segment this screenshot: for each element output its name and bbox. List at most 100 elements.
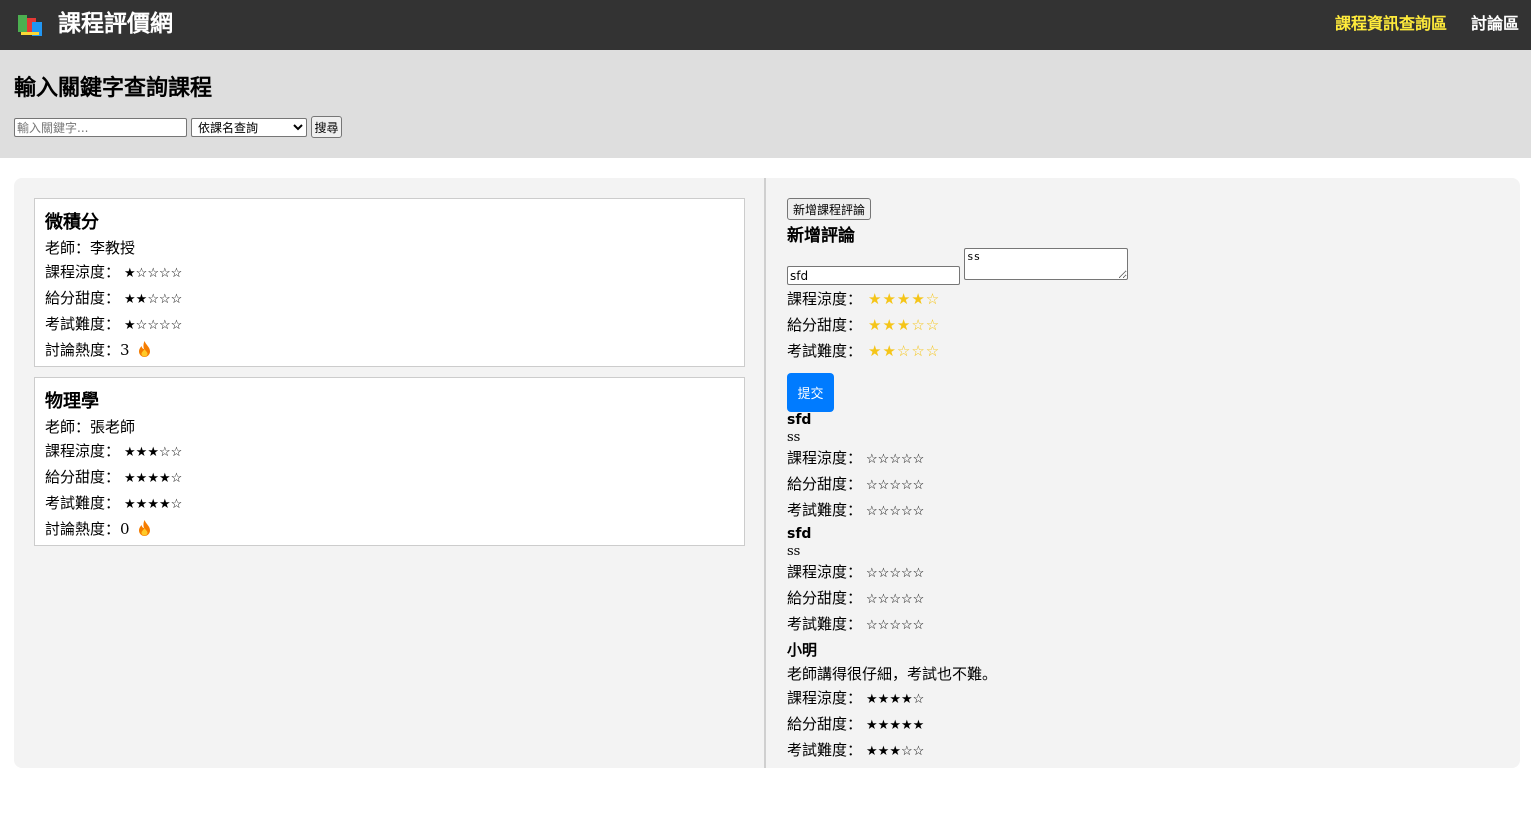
- fire-icon: [139, 341, 151, 357]
- sweetness-label: 給分甜度：: [787, 715, 863, 733]
- nav-forum[interactable]: 討論區: [1471, 12, 1519, 36]
- difficulty-line: 考試難度： ★★★★☆: [45, 491, 734, 517]
- review-comment-textarea[interactable]: ss: [964, 248, 1128, 280]
- difficulty-line: 考試難度： ★★★☆☆: [787, 738, 1487, 764]
- sweetness-stars: ★★★★★: [866, 718, 925, 733]
- difficulty-stars: ★★★☆☆: [866, 744, 925, 759]
- teacher-label: 老師：: [45, 418, 91, 436]
- coolness-label: 課程涼度：: [45, 263, 121, 281]
- reviewer-name-input[interactable]: [787, 266, 960, 285]
- coolness-stars: ★★★★☆: [866, 692, 925, 707]
- course-list-panel: 微積分 老師：李教授 課程涼度： ★☆☆☆☆ 給分甜度： ★★☆☆☆ 考試難度： ★☆…: [14, 178, 766, 768]
- heat-line: 討論熱度：0: [45, 517, 734, 541]
- sweetness-stars: ☆☆☆☆☆: [866, 592, 925, 607]
- difficulty-line: 考試難度： ☆☆☆☆☆: [787, 498, 1487, 524]
- coolness-label: 課程涼度：: [787, 689, 863, 707]
- review-text: 老師講得很仔細，考試也不難。: [787, 665, 998, 683]
- coolness-label: 課程涼度：: [787, 563, 863, 581]
- form-difficulty-row: 考試難度： ★★☆☆☆: [787, 339, 940, 363]
- sweetness-label: 給分甜度：: [787, 589, 863, 607]
- review-text: ss: [787, 430, 801, 445]
- review-form-title: 新增評論: [787, 226, 855, 246]
- sweetness-line: 給分甜度： ★★★★☆: [45, 465, 734, 491]
- difficulty-label: 考試難度：: [787, 615, 863, 633]
- sweetness-stars: ★★★★☆: [124, 471, 183, 486]
- coolness-stars: ☆☆☆☆☆: [866, 566, 925, 581]
- course-teacher: 張老師: [90, 418, 136, 436]
- sweetness-stars: ★★☆☆☆: [124, 292, 183, 307]
- submit-button[interactable]: 提交: [787, 373, 834, 412]
- coolness-stars: ☆☆☆☆☆: [866, 452, 925, 467]
- search-mode-select[interactable]: 依課名查詢: [191, 118, 307, 137]
- course-teacher-line: 老師：張老師: [45, 415, 734, 439]
- difficulty-star-rating[interactable]: ★★☆☆☆: [868, 342, 940, 360]
- coolness-label: 課程涼度：: [45, 442, 121, 460]
- course-teacher: 李教授: [90, 239, 136, 257]
- search-section: 輸入關鍵字查詢課程 依課名查詢 搜尋: [0, 50, 1531, 158]
- nav-links: 課程資訊查詢區 討論區: [1335, 12, 1519, 36]
- difficulty-line: 考試難度： ☆☆☆☆☆: [787, 612, 1487, 638]
- coolness-line: 課程涼度： ☆☆☆☆☆: [787, 560, 1487, 586]
- difficulty-line: 考試難度： ★☆☆☆☆: [45, 312, 734, 338]
- review-list: sfd ss 課程涼度： ☆☆☆☆☆ 給分甜度： ☆☆☆☆☆ 考試難度： ☆☆☆☆☆ …: [787, 410, 1487, 764]
- coolness-label: 課程涼度：: [787, 290, 863, 308]
- difficulty-stars: ☆☆☆☆☆: [866, 618, 925, 633]
- sweetness-star-rating[interactable]: ★★★☆☆: [868, 316, 940, 334]
- add-review-button[interactable]: 新增課程評論: [787, 198, 871, 220]
- difficulty-label: 考試難度：: [787, 501, 863, 519]
- coolness-line: 課程涼度： ★★★★☆: [787, 686, 1487, 712]
- heat-label: 討論熱度：: [45, 341, 121, 359]
- form-coolness-row: 課程涼度： ★★★★☆: [787, 287, 940, 311]
- course-teacher-line: 老師：李教授: [45, 236, 734, 260]
- course-name: 物理學: [45, 391, 99, 412]
- sweetness-label: 給分甜度：: [787, 475, 863, 493]
- sweetness-label: 給分甜度：: [45, 289, 121, 307]
- sweetness-label: 給分甜度：: [787, 316, 863, 334]
- sweetness-line: 給分甜度： ★★☆☆☆: [45, 286, 734, 312]
- difficulty-stars: ☆☆☆☆☆: [866, 504, 925, 519]
- coolness-line: 課程涼度： ☆☆☆☆☆: [787, 446, 1487, 472]
- coolness-line: 課程涼度： ★★★☆☆: [45, 439, 734, 465]
- review-text: ss: [787, 544, 801, 559]
- review-item: sfd ss 課程涼度： ☆☆☆☆☆ 給分甜度： ☆☆☆☆☆ 考試難度： ☆☆☆☆☆: [787, 410, 1487, 524]
- coolness-stars: ★☆☆☆☆: [124, 266, 183, 281]
- search-title: 輸入關鍵字查詢課程: [14, 76, 213, 101]
- sweetness-line: 給分甜度： ★★★★★: [787, 712, 1487, 738]
- books-logo-icon: [18, 15, 42, 36]
- difficulty-label: 考試難度：: [787, 342, 863, 360]
- difficulty-stars: ★☆☆☆☆: [124, 318, 183, 333]
- course-card[interactable]: 物理學 老師：張老師 課程涼度： ★★★☆☆ 給分甜度： ★★★★☆ 考試難度： ★★…: [34, 377, 745, 546]
- search-button[interactable]: 搜尋: [311, 116, 342, 138]
- coolness-line: 課程涼度： ★☆☆☆☆: [45, 260, 734, 286]
- review-author: sfd: [787, 412, 812, 428]
- form-sweetness-row: 給分甜度： ★★★☆☆: [787, 313, 940, 337]
- sweetness-label: 給分甜度：: [45, 468, 121, 486]
- site-brand[interactable]: 課程評價網: [58, 8, 173, 40]
- review-author: 小明: [787, 641, 818, 659]
- difficulty-stars: ★★★★☆: [124, 497, 183, 512]
- difficulty-label: 考試難度：: [45, 315, 121, 333]
- coolness-stars: ★★★☆☆: [124, 445, 183, 460]
- heat-count: 0: [120, 520, 130, 538]
- search-input[interactable]: [14, 118, 187, 137]
- teacher-label: 老師：: [45, 239, 91, 257]
- course-card[interactable]: 微積分 老師：李教授 課程涼度： ★☆☆☆☆ 給分甜度： ★★☆☆☆ 考試難度： ★☆…: [34, 198, 745, 367]
- heat-line: 討論熱度：3: [45, 338, 734, 362]
- difficulty-label: 考試難度：: [45, 494, 121, 512]
- sweetness-line: 給分甜度： ☆☆☆☆☆: [787, 472, 1487, 498]
- top-navbar: 課程評價網 課程資訊查詢區 討論區: [0, 0, 1531, 50]
- review-panel: 新增課程評論 新增評論 ss 課程涼度：★★★★☆ 給分甜度：★★★☆☆ 考試難…: [766, 178, 1520, 768]
- heat-label: 討論熱度：: [45, 520, 121, 538]
- sweetness-stars: ☆☆☆☆☆: [866, 478, 925, 493]
- difficulty-label: 考試難度：: [787, 741, 863, 759]
- course-name: 微積分: [45, 212, 99, 233]
- heat-count: 3: [120, 341, 130, 359]
- review-author: sfd: [787, 526, 812, 542]
- fire-icon: [139, 520, 151, 536]
- review-item: 小明 老師講得很仔細，考試也不難。 課程涼度： ★★★★☆ 給分甜度： ★★★★★ …: [787, 638, 1487, 764]
- review-item: sfd ss 課程涼度： ☆☆☆☆☆ 給分甜度： ☆☆☆☆☆ 考試難度： ☆☆☆☆☆: [787, 524, 1487, 638]
- coolness-star-rating[interactable]: ★★★★☆: [868, 290, 940, 308]
- coolness-label: 課程涼度：: [787, 449, 863, 467]
- nav-course-search[interactable]: 課程資訊查詢區: [1335, 12, 1447, 36]
- sweetness-line: 給分甜度： ☆☆☆☆☆: [787, 586, 1487, 612]
